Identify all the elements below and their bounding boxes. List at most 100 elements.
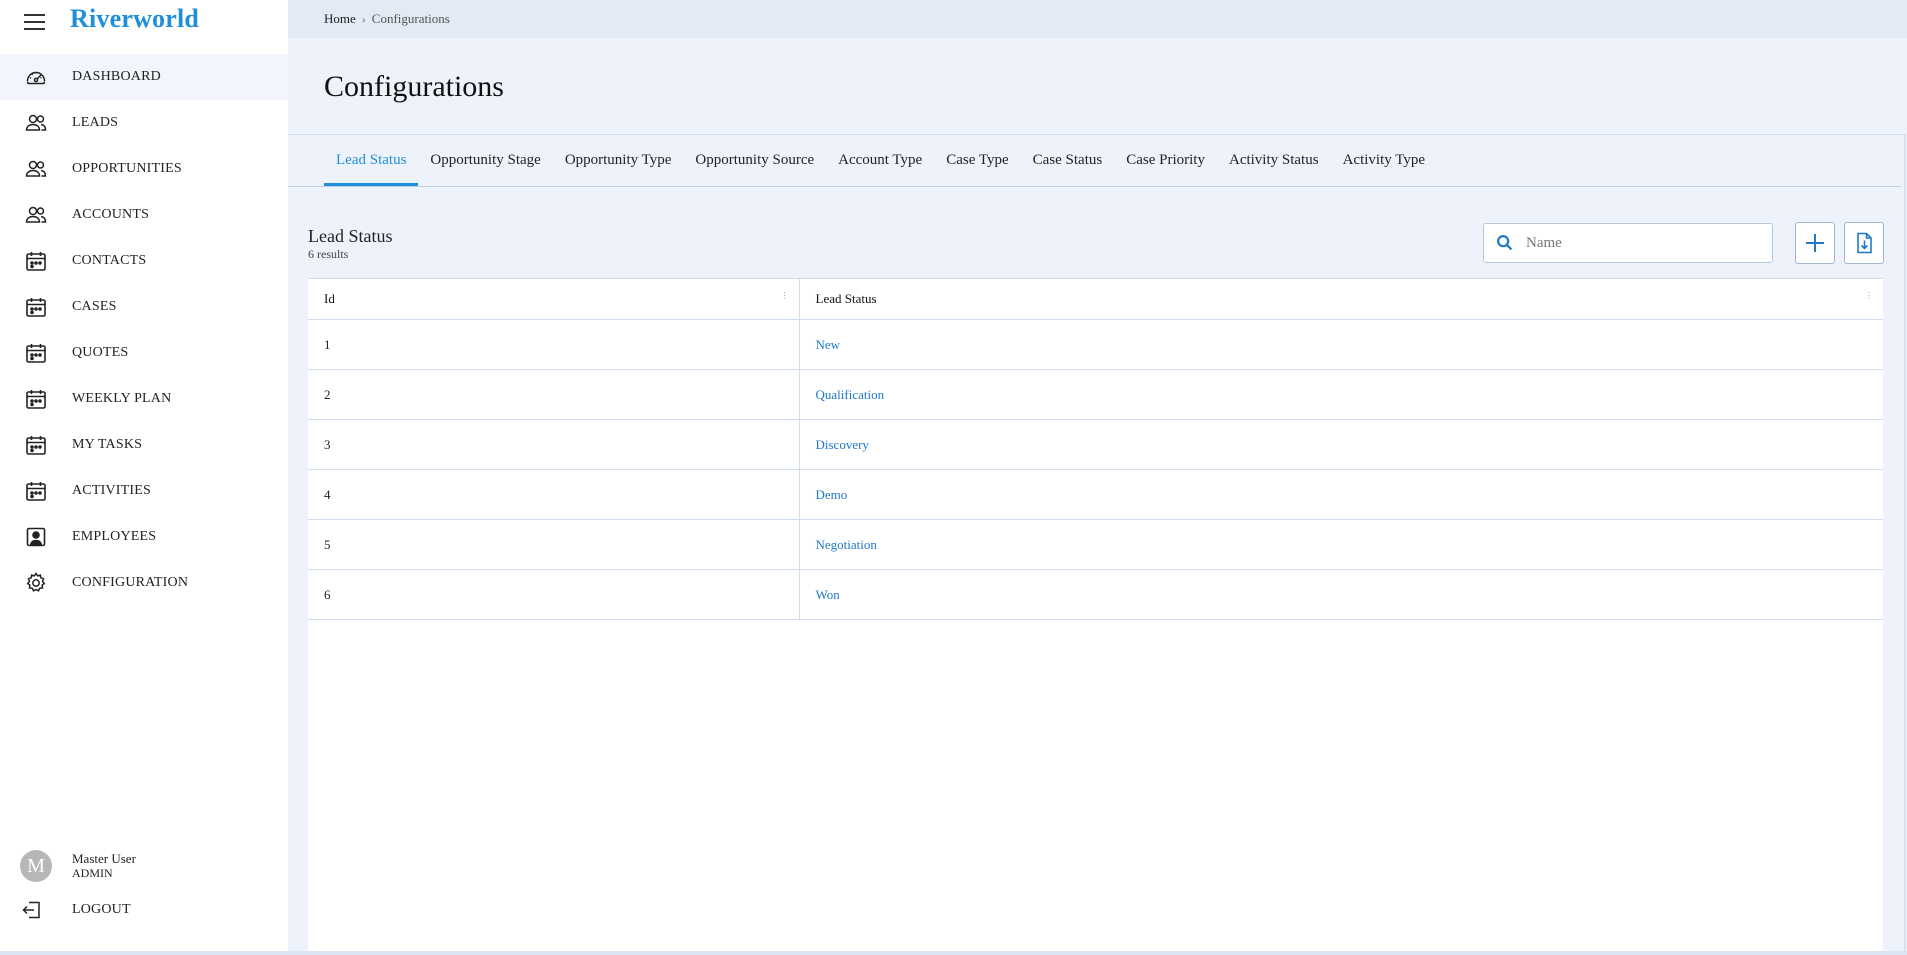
sidebar-item-activities[interactable]: ACTIVITIES bbox=[0, 468, 288, 514]
sidebar-item-label: ACTIVITIES bbox=[72, 483, 151, 498]
users-icon bbox=[24, 203, 48, 227]
sidebar-item-cases[interactable]: CASES bbox=[0, 284, 288, 330]
sidebar-item-label: CONTACTS bbox=[72, 253, 147, 268]
cell-lead-status[interactable]: Won bbox=[799, 569, 1883, 620]
breadcrumb-current: Configurations bbox=[371, 11, 450, 26]
sidebar-item-opportunities[interactable]: OPPORTUNITIES bbox=[0, 146, 288, 192]
table-header-row: Id ⋮ Lead Status ⋮ bbox=[308, 278, 1883, 320]
sidebar-item-label: WEEKLY PLAN bbox=[72, 391, 172, 406]
calendar-icon bbox=[24, 479, 48, 503]
export-button[interactable] bbox=[1844, 222, 1884, 264]
sidebar-item-employees[interactable]: EMPLOYEES bbox=[0, 514, 288, 560]
tab-case-priority[interactable]: Case Priority bbox=[1114, 134, 1217, 186]
gauge-icon bbox=[24, 65, 48, 89]
gear-icon bbox=[24, 571, 48, 595]
result-count: 6 results bbox=[308, 247, 349, 261]
sidebar-item-label: DASHBOARD bbox=[72, 69, 161, 84]
plus-icon bbox=[1806, 234, 1824, 252]
tab-activity-type[interactable]: Activity Type bbox=[1331, 134, 1437, 186]
users-icon bbox=[24, 157, 48, 181]
sidebar-item-label: QUOTES bbox=[72, 345, 129, 360]
file-download-icon bbox=[1857, 232, 1872, 254]
cell-id: 3 bbox=[308, 419, 800, 470]
cell-lead-status[interactable]: New bbox=[799, 319, 1883, 370]
panel-title: Lead Status bbox=[308, 226, 393, 246]
cell-id: 2 bbox=[308, 369, 800, 420]
sidebar-item-accounts[interactable]: ACCOUNTS bbox=[0, 192, 288, 238]
cell-lead-status[interactable]: Negotiation bbox=[799, 519, 1883, 570]
user-name: Master User bbox=[72, 851, 136, 866]
content-border bbox=[1904, 134, 1906, 955]
breadcrumb-separator: › bbox=[361, 11, 366, 26]
bottom-border bbox=[0, 951, 1907, 955]
add-button[interactable] bbox=[1795, 222, 1835, 264]
table-row[interactable]: 5 Negotiation bbox=[308, 519, 1883, 570]
tabs-container: Lead Status Opportunity Stage Opportunit… bbox=[288, 134, 1905, 187]
tab-bar: Lead Status Opportunity Stage Opportunit… bbox=[288, 135, 1901, 187]
table-row[interactable]: 3 Discovery bbox=[308, 419, 1883, 470]
table-row[interactable]: 4 Demo bbox=[308, 469, 1883, 520]
cell-lead-status[interactable]: Qualification bbox=[799, 369, 1883, 420]
sidebar-item-label: ACCOUNTS bbox=[72, 207, 150, 222]
tab-opportunity-type[interactable]: Opportunity Type bbox=[553, 134, 684, 186]
calendar-icon bbox=[24, 433, 48, 457]
sort-icon[interactable]: ⋮ bbox=[1865, 292, 1873, 300]
user-profile[interactable]: M Master User ADMIN bbox=[20, 850, 136, 882]
sidebar-item-quotes[interactable]: QUOTES bbox=[0, 330, 288, 376]
table-row[interactable]: 1 New bbox=[308, 319, 1883, 370]
tab-case-status[interactable]: Case Status bbox=[1021, 134, 1115, 186]
calendar-icon bbox=[24, 249, 48, 273]
tab-lead-status[interactable]: Lead Status bbox=[324, 134, 419, 186]
sidebar-item-weekly-plan[interactable]: WEEKLY PLAN bbox=[0, 376, 288, 422]
cell-id: 1 bbox=[308, 319, 800, 370]
table-row[interactable]: 2 Qualification bbox=[308, 369, 1883, 420]
brand-bar: Riverworld bbox=[0, 0, 288, 44]
sidebar-item-my-tasks[interactable]: MY TASKS bbox=[0, 422, 288, 468]
logout-label: LOGOUT bbox=[72, 902, 131, 917]
sidebar-item-configuration[interactable]: CONFIGURATION bbox=[0, 560, 288, 606]
sidebar-item-label: MY TASKS bbox=[72, 437, 143, 452]
avatar: M bbox=[20, 850, 52, 882]
sidebar-item-label: CONFIGURATION bbox=[72, 575, 189, 590]
search-box bbox=[1483, 223, 1773, 263]
cell-id: 4 bbox=[308, 469, 800, 520]
panel-header: Lead Status 6 results bbox=[308, 198, 1884, 278]
column-header-label: Id bbox=[324, 291, 335, 306]
cell-lead-status[interactable]: Discovery bbox=[799, 419, 1883, 470]
search-input[interactable] bbox=[1526, 234, 1756, 252]
tab-activity-status[interactable]: Activity Status bbox=[1217, 134, 1331, 186]
breadcrumb-home[interactable]: Home bbox=[324, 11, 356, 27]
sidebar-item-contacts[interactable]: CONTACTS bbox=[0, 238, 288, 284]
tab-opportunity-source[interactable]: Opportunity Source bbox=[683, 134, 826, 186]
tab-case-type[interactable]: Case Type bbox=[934, 134, 1020, 186]
user-role: ADMIN bbox=[72, 866, 113, 880]
sidebar-item-dashboard[interactable]: DASHBOARD bbox=[0, 54, 288, 100]
menu-icon[interactable] bbox=[24, 10, 48, 34]
logout-button[interactable]: LOGOUT bbox=[20, 898, 131, 922]
lead-status-table: Id ⋮ Lead Status ⋮ 1 New 2 Qualification 3… bbox=[308, 278, 1883, 620]
sidebar-item-label: CASES bbox=[72, 299, 117, 314]
logout-icon bbox=[20, 898, 44, 922]
user-info: Master User ADMIN bbox=[72, 851, 136, 881]
column-header-lead-status[interactable]: Lead Status ⋮ bbox=[799, 278, 1883, 320]
page-title: Configurations bbox=[324, 70, 504, 103]
sidebar: Riverworld DASHBOARD LEADS OPPORTUNITIES… bbox=[0, 0, 288, 955]
search-icon bbox=[1497, 235, 1513, 251]
sidebar-item-label: LEADS bbox=[72, 115, 119, 130]
sidebar-item-leads[interactable]: LEADS bbox=[0, 100, 288, 146]
tab-opportunity-stage[interactable]: Opportunity Stage bbox=[418, 134, 552, 186]
calendar-icon bbox=[24, 295, 48, 319]
column-header-id[interactable]: Id ⋮ bbox=[308, 278, 800, 320]
sort-icon[interactable]: ⋮ bbox=[781, 292, 789, 300]
tab-account-type[interactable]: Account Type bbox=[826, 134, 934, 186]
app-logo[interactable]: Riverworld bbox=[70, 4, 199, 34]
calendar-icon bbox=[24, 341, 48, 365]
lead-status-panel: Lead Status 6 results Id ⋮ Lead Status ⋮ 1… bbox=[308, 198, 1884, 955]
sidebar-nav: DASHBOARD LEADS OPPORTUNITIES ACCOUNTS C… bbox=[0, 54, 288, 606]
employee-badge-icon bbox=[24, 525, 48, 549]
calendar-icon bbox=[24, 387, 48, 411]
cell-id: 6 bbox=[308, 569, 800, 620]
table-row[interactable]: 6 Won bbox=[308, 569, 1883, 620]
cell-id: 5 bbox=[308, 519, 800, 570]
cell-lead-status[interactable]: Demo bbox=[799, 469, 1883, 520]
